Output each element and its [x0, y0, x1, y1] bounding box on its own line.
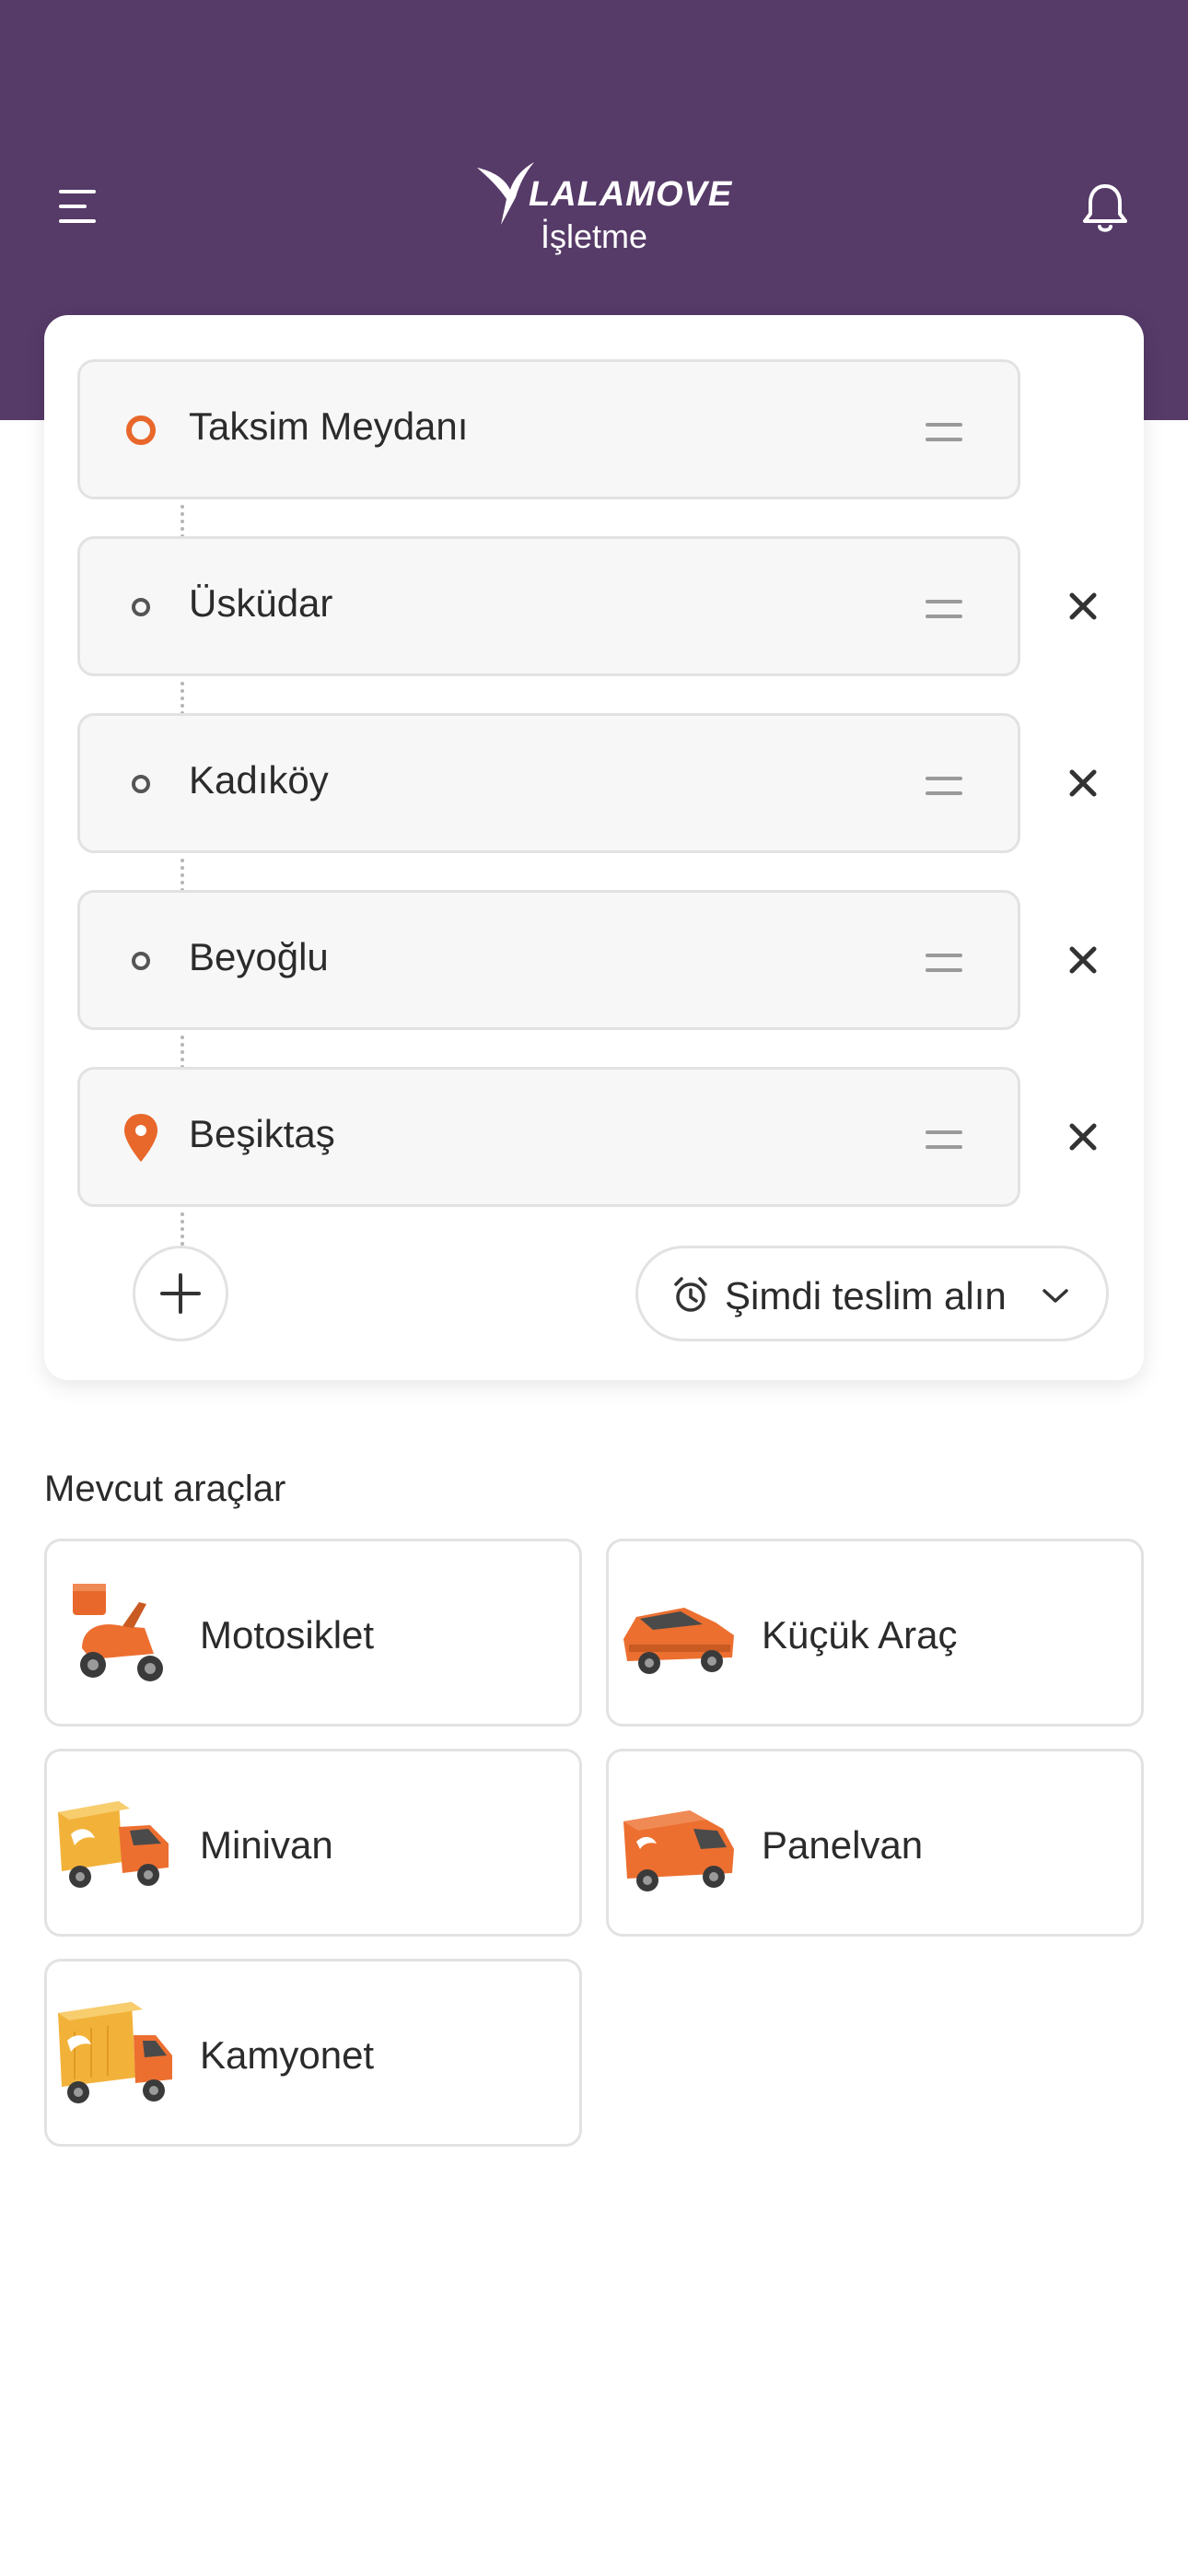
stop-waypoint-field[interactable]: Kadıköy — [77, 713, 1020, 853]
remove-stop-icon[interactable] — [1061, 584, 1105, 628]
remove-stop-icon[interactable] — [1061, 1115, 1105, 1159]
stop-label: Taksim Meydanı — [189, 404, 469, 448]
route-connector — [181, 859, 184, 892]
drag-handle-icon[interactable] — [924, 1121, 964, 1158]
vehicle-label: Motosiklet — [200, 1613, 375, 1657]
plus-icon — [160, 1273, 201, 1314]
vehicle-label: Panelvan — [762, 1823, 924, 1867]
remove-stop-icon[interactable] — [1061, 938, 1105, 982]
stop-origin-field[interactable]: Taksim Meydanı — [77, 359, 1020, 499]
pickup-time-selector[interactable]: Şimdi teslim alın — [635, 1246, 1109, 1341]
add-stop-button[interactable] — [133, 1246, 228, 1341]
stop-label: Beşiktaş — [189, 1112, 335, 1155]
vehicle-label: Minivan — [200, 1823, 333, 1867]
chevron-down-icon — [1042, 1289, 1068, 1303]
brand-subtitle: İşletme — [540, 217, 648, 255]
menu-icon[interactable] — [57, 184, 101, 228]
vehicle-option-motorcycle[interactable]: Motosiklet — [44, 1539, 582, 1727]
vehicle-option-truck[interactable]: Kamyonet — [44, 1959, 582, 2147]
stop-label: Beyoğlu — [189, 935, 329, 978]
waypoint-dot-icon — [132, 952, 150, 970]
stop-waypoint-field[interactable]: Beyoğlu — [77, 890, 1020, 1030]
location-pin-icon — [124, 1114, 157, 1162]
drag-handle-icon[interactable] — [924, 944, 964, 981]
brand-name: LALAMOVE — [529, 175, 733, 214]
vehicle-label: Kamyonet — [200, 2033, 375, 2077]
panel-van-icon — [623, 1810, 734, 1891]
drag-handle-icon[interactable] — [924, 767, 964, 804]
small-car-icon — [623, 1608, 734, 1674]
alarm-clock-icon — [674, 1277, 707, 1312]
drag-handle-icon[interactable] — [924, 414, 964, 451]
remove-stop-icon[interactable] — [1061, 761, 1105, 805]
drag-handle-icon[interactable] — [924, 591, 964, 627]
truck-icon — [58, 2002, 172, 2103]
stop-destination-field[interactable]: Beşiktaş — [77, 1067, 1020, 1207]
stop-label: Üsküdar — [189, 581, 333, 625]
brand-logo: LALAMOVE İşletme — [460, 158, 731, 269]
minivan-icon — [58, 1801, 169, 1888]
notification-bell-icon[interactable] — [1077, 181, 1133, 236]
vehicle-label: Küçük Araç — [762, 1613, 958, 1657]
route-card: Taksim Meydanı Üsküdar Kadıköy Beyoğlu B… — [44, 315, 1144, 1380]
origin-circle-icon — [126, 416, 156, 445]
route-connector — [181, 1036, 184, 1069]
route-connector — [181, 1212, 184, 1246]
route-connector — [181, 682, 184, 715]
waypoint-dot-icon — [132, 775, 150, 793]
pickup-time-label: Şimdi teslim alın — [725, 1274, 1007, 1317]
vehicles-section-title: Mevcut araçlar — [44, 1469, 286, 1509]
vehicle-option-minivan[interactable]: Minivan — [44, 1749, 582, 1937]
route-connector — [181, 505, 184, 538]
stop-waypoint-field[interactable]: Üsküdar — [77, 536, 1020, 676]
stop-label: Kadıköy — [189, 758, 329, 802]
vehicle-option-panel-van[interactable]: Panelvan — [606, 1749, 1144, 1937]
waypoint-dot-icon — [132, 598, 150, 616]
motorcycle-icon — [73, 1584, 163, 1681]
vehicle-option-small-car[interactable]: Küçük Araç — [606, 1539, 1144, 1727]
